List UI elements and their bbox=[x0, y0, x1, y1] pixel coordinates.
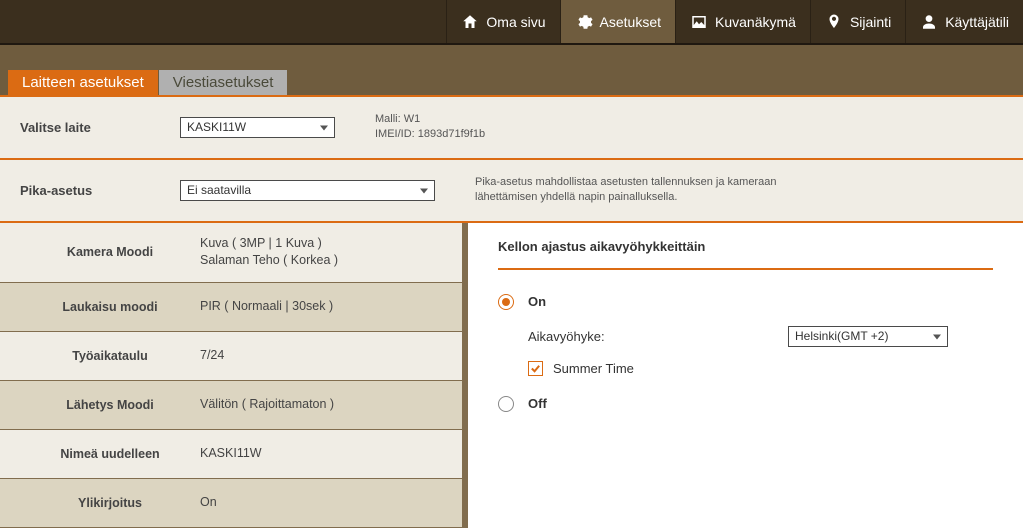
device-select-row: Valitse laite KASKI11W Malli: W1 IMEI/ID… bbox=[0, 97, 1023, 158]
clock-section-title: Kellon ajastus aikavyöhykkeittäin bbox=[498, 239, 993, 270]
setting-label: Lähetys Moodi bbox=[20, 398, 200, 412]
tab-device-settings[interactable]: Laitteen asetukset bbox=[8, 70, 158, 95]
device-imei-value: 1893d71f9f1b bbox=[418, 128, 485, 140]
setting-row-schedule[interactable]: Työaikataulu 7/24 bbox=[0, 332, 462, 380]
settings-list: Kamera Moodi Kuva ( 3MP | 1 Kuva ) Salam… bbox=[0, 223, 468, 528]
device-select-dropdown[interactable]: KASKI11W bbox=[180, 117, 335, 138]
content: Valitse laite KASKI11W Malli: W1 IMEI/ID… bbox=[0, 95, 1023, 528]
tab-message-settings[interactable]: Viestiasetukset bbox=[159, 70, 288, 95]
setting-value: KASKI11W bbox=[200, 445, 262, 463]
setting-value: Kuva ( 3MP | 1 Kuva ) Salaman Teho ( Kor… bbox=[200, 235, 338, 270]
setting-value: 7/24 bbox=[200, 347, 224, 365]
setting-label: Ylikirjoitus bbox=[20, 496, 200, 510]
nav-location-label: Sijainti bbox=[850, 14, 891, 30]
timezone-block: Aikavyöhyke: Helsinki(GMT +2) Summer Tim… bbox=[528, 326, 993, 376]
quick-setting-help: Pika-asetus mahdollistaa asetusten talle… bbox=[475, 175, 795, 206]
setting-row-overwrite[interactable]: Ylikirjoitus On bbox=[0, 479, 462, 527]
device-select-control: KASKI11W bbox=[180, 117, 335, 138]
user-icon bbox=[920, 13, 938, 31]
clock-off-radio[interactable] bbox=[498, 396, 514, 412]
setting-row-camera-mode[interactable]: Kamera Moodi Kuva ( 3MP | 1 Kuva ) Salam… bbox=[0, 223, 462, 282]
nav-home-label: Oma sivu bbox=[486, 14, 545, 30]
nav-account[interactable]: Käyttäjätili bbox=[905, 0, 1023, 43]
nav-settings-label: Asetukset bbox=[600, 14, 661, 30]
setting-label: Nimeä uudelleen bbox=[20, 447, 200, 461]
setting-row-send-mode[interactable]: Lähetys Moodi Välitön ( Rajoittamaton ) bbox=[0, 381, 462, 429]
setting-label: Kamera Moodi bbox=[20, 245, 200, 259]
quick-setting-label: Pika-asetus bbox=[20, 183, 180, 198]
tab-bar: Laitteen asetukset Viestiasetukset bbox=[0, 45, 1023, 95]
gear-icon bbox=[575, 13, 593, 31]
nav-gallery-label: Kuvanäkymä bbox=[715, 14, 796, 30]
summer-time-label: Summer Time bbox=[553, 361, 634, 376]
timezone-label: Aikavyöhyke: bbox=[528, 329, 788, 344]
clock-on-row: On bbox=[498, 294, 993, 310]
home-icon bbox=[461, 13, 479, 31]
device-info: Malli: W1 IMEI/ID: 1893d71f9f1b bbox=[375, 112, 485, 143]
setting-row-trigger-mode[interactable]: Laukaisu moodi PIR ( Normaali | 30sek ) bbox=[0, 283, 462, 331]
top-nav: Oma sivu Asetukset Kuvanäkymä Sijainti K… bbox=[0, 0, 1023, 45]
quick-setting-dropdown[interactable]: Ei saatavilla bbox=[180, 180, 435, 201]
timezone-dropdown[interactable]: Helsinki(GMT +2) bbox=[788, 326, 948, 347]
summer-time-checkbox[interactable] bbox=[528, 361, 543, 376]
timezone-value: Helsinki(GMT +2) bbox=[795, 329, 888, 343]
device-select-value: KASKI11W bbox=[187, 120, 246, 134]
clock-off-label: Off bbox=[528, 396, 547, 411]
setting-value: On bbox=[200, 494, 217, 512]
nav-settings[interactable]: Asetukset bbox=[560, 0, 675, 43]
device-imei-label: IMEI/ID: bbox=[375, 128, 415, 140]
setting-value: Välitön ( Rajoittamaton ) bbox=[200, 396, 334, 414]
clock-off-row: Off bbox=[498, 396, 993, 412]
nav-account-label: Käyttäjätili bbox=[945, 14, 1009, 30]
setting-label: Työaikataulu bbox=[20, 349, 200, 363]
device-model-label: Malli: bbox=[375, 113, 401, 125]
clock-on-radio[interactable] bbox=[498, 294, 514, 310]
quick-setting-value: Ei saatavilla bbox=[187, 183, 251, 197]
clock-on-label: On bbox=[528, 294, 546, 309]
detail-panel: Kellon ajastus aikavyöhykkeittäin On Aik… bbox=[468, 223, 1023, 528]
setting-row-rename[interactable]: Nimeä uudelleen KASKI11W bbox=[0, 430, 462, 478]
device-model-value: W1 bbox=[404, 113, 421, 125]
nav-location[interactable]: Sijainti bbox=[810, 0, 905, 43]
location-icon bbox=[825, 13, 843, 31]
picture-icon bbox=[690, 13, 708, 31]
nav-gallery[interactable]: Kuvanäkymä bbox=[675, 0, 810, 43]
device-select-label: Valitse laite bbox=[20, 120, 180, 135]
nav-home[interactable]: Oma sivu bbox=[446, 0, 559, 43]
setting-label: Laukaisu moodi bbox=[20, 300, 200, 314]
setting-value: PIR ( Normaali | 30sek ) bbox=[200, 298, 333, 316]
lower-panels: Kamera Moodi Kuva ( 3MP | 1 Kuva ) Salam… bbox=[0, 223, 1023, 528]
quick-setting-row: Pika-asetus Ei saatavilla Pika-asetus ma… bbox=[0, 160, 1023, 221]
quick-setting-control: Ei saatavilla bbox=[180, 180, 435, 201]
